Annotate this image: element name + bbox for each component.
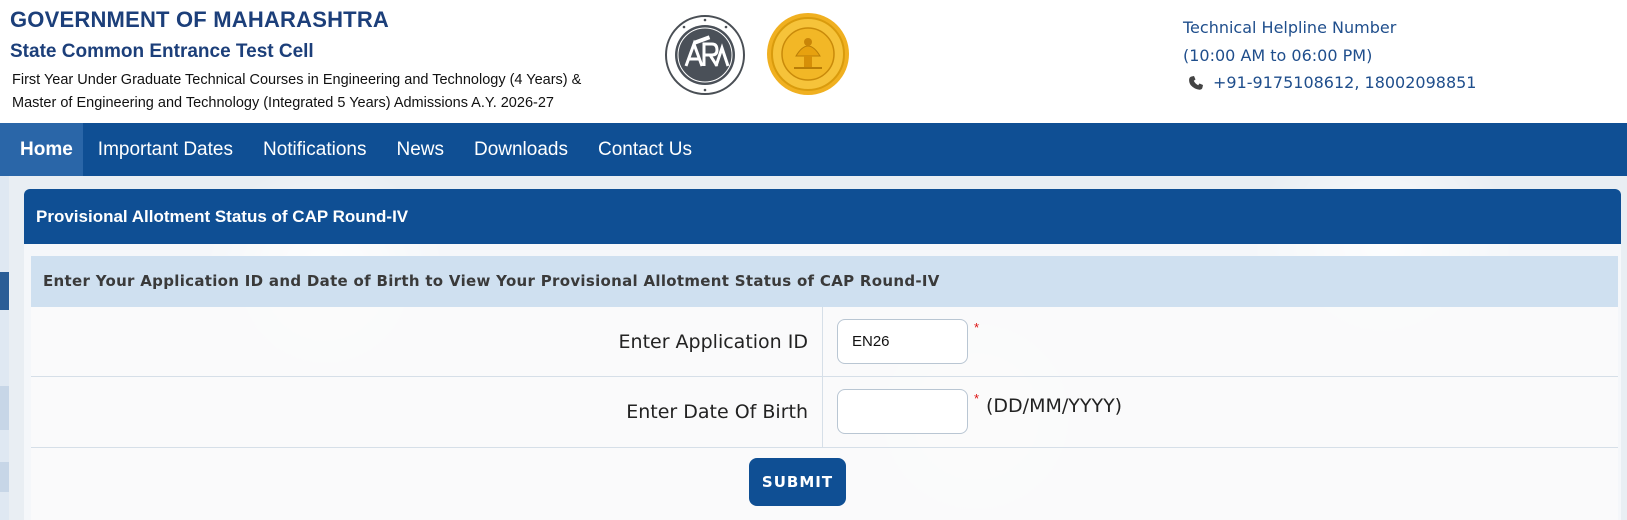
nav-notifications[interactable]: Notifications [248,123,382,176]
nav-contact-us[interactable]: Contact Us [583,123,707,176]
helpline-numbers-row: +91-9175108612, 18002098851 [1188,73,1476,92]
application-id-input[interactable] [837,319,968,364]
helpline-title: Technical Helpline Number [1183,18,1397,37]
required-marker: * [974,391,980,406]
helpline-hours: (10:00 AM to 06:00 PM) [1183,46,1373,65]
dob-label: Enter Date Of Birth [31,377,823,447]
left-side-strip [0,176,9,520]
site-header: GOVERNMENT OF MAHARASHTRA State Common E… [0,0,1627,123]
dob-input[interactable] [837,389,968,434]
course-description-line-1: First Year Under Graduate Technical Cour… [12,72,582,88]
main-nav: Home Important Dates Notifications News … [0,123,1627,176]
application-id-label: Enter Application ID [31,307,823,376]
application-id-row: Enter Application ID * [31,307,1618,377]
nav-news[interactable]: News [381,123,459,176]
submit-button[interactable]: SUBMIT [749,458,846,506]
helpline-numbers: +91-9175108612, 18002098851 [1213,73,1477,92]
nav-home[interactable]: Home [0,123,83,176]
dob-row: Enter Date Of Birth * (DD/MM/YYYY) [31,377,1618,448]
nav-important-dates[interactable]: Important Dates [83,123,248,176]
phone-icon [1189,75,1203,90]
required-marker: * [974,320,980,335]
instruction-banner: Enter Your Application ID and Date of Bi… [31,256,1618,307]
ara-logo [665,15,745,95]
dob-format-hint: (DD/MM/YYYY) [986,395,1123,417]
maharashtra-seal [767,13,849,95]
course-description-line-2: Master of Engineering and Technology (In… [12,95,554,111]
government-title: GOVERNMENT OF MAHARASHTRA [10,7,389,32]
cell-title: State Common Entrance Test Cell [10,41,314,62]
panel-title: Provisional Allotment Status of CAP Roun… [24,189,1621,244]
nav-downloads[interactable]: Downloads [459,123,583,176]
